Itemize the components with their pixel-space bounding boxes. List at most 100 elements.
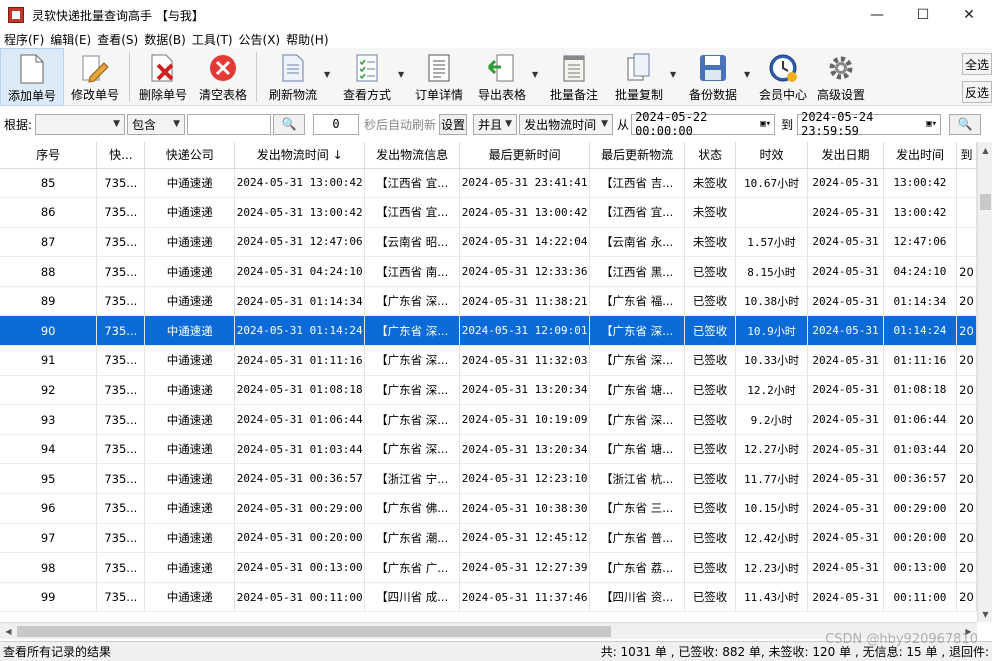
table-cell: 20	[956, 434, 977, 465]
clear-table-button[interactable]: 清空表格	[193, 48, 253, 106]
advanced-settings-button[interactable]: 高级设置	[812, 48, 870, 106]
table-row[interactable]: 94 735... 中通速递 2024-05-31 01:03:44 【广东省 深...…	[0, 434, 977, 465]
column-header[interactable]: 最后更新物流	[589, 142, 686, 169]
table-row[interactable]: 89 735... 中通速递 2024-05-31 01:14:34 【广东省 深...…	[0, 286, 977, 317]
table-cell: 2024-05-31 10:19:09	[459, 404, 591, 435]
table-cell: 已签收	[684, 582, 737, 613]
horizontal-scroll-thumb[interactable]	[17, 626, 611, 637]
edit-tracking-button[interactable]: 修改单号	[64, 48, 126, 106]
table-cell: 12:47:06	[883, 227, 957, 258]
export-dropdown-arrow[interactable]: ▼	[532, 48, 542, 79]
table-row[interactable]: 99 735... 中通速递 2024-05-31 00:11:00 【四川省 成...…	[0, 582, 977, 613]
date-field-select[interactable]: 发出物流时间 ▼	[519, 113, 614, 135]
date-search-button[interactable]: 🔍	[949, 113, 982, 135]
table-row[interactable]: 87 735... 中通速递 2024-05-31 12:47:06 【云南省 昭...…	[0, 227, 977, 258]
column-header[interactable]: 发出物流信息	[364, 142, 461, 169]
table-cell: 已签收	[684, 345, 737, 376]
keyword-input[interactable]	[187, 113, 272, 135]
logic-select[interactable]: 并且 ▼	[473, 113, 518, 135]
scroll-down-arrow[interactable]: ▼	[978, 606, 992, 622]
batch-note-button[interactable]: 批量备注	[542, 48, 606, 106]
column-header[interactable]: 时效	[735, 142, 808, 169]
export-table-button[interactable]: 导出表格	[470, 48, 534, 106]
table-cell: 2024-05-31 12:45:12	[459, 523, 591, 554]
order-detail-button[interactable]: 订单详情	[408, 48, 470, 106]
table-cell: 【广东省 潮...	[364, 523, 461, 554]
table-cell: 11.77小时	[735, 463, 808, 495]
table-cell: 【江西省 宜...	[589, 197, 686, 228]
table-row[interactable]: 91 735... 中通速递 2024-05-31 01:11:16 【广东省 深...…	[0, 345, 977, 376]
view-mode-button[interactable]: 查看方式	[334, 48, 400, 106]
table-row[interactable]: 97 735... 中通速递 2024-05-31 00:20:00 【广东省 潮...…	[0, 523, 977, 554]
menu-view[interactable]: 查看(S)	[97, 31, 138, 48]
table-row[interactable]: 85 735... 中通速递 2024-05-31 13:00:42 【江西省 宜...…	[0, 168, 977, 199]
vertical-scroll-thumb[interactable]	[980, 194, 991, 210]
table-cell: 已签收	[684, 434, 737, 465]
table-cell: 【浙江省 宁...	[364, 463, 461, 495]
table-cell: 94	[0, 434, 98, 465]
filter-field-select[interactable]: ▼	[35, 113, 126, 135]
table-row[interactable]: 93 735... 中通速递 2024-05-31 01:06:44 【广东省 深...…	[0, 404, 977, 435]
scroll-up-arrow[interactable]: ▲	[978, 142, 992, 158]
table-cell: 20	[956, 404, 977, 435]
column-header[interactable]: 发出日期	[807, 142, 884, 169]
table-row[interactable]: 98 735... 中通速递 2024-05-31 00:13:00 【广东省 广...…	[0, 552, 977, 583]
settings-button[interactable]: 设置	[439, 113, 468, 135]
menu-data[interactable]: 数据(B)	[144, 31, 186, 48]
table-cell: 中通速递	[144, 552, 236, 583]
scroll-right-arrow[interactable]: ▶	[960, 623, 977, 640]
match-mode-select[interactable]: 包含 ▼	[127, 113, 186, 135]
selection-buttons: 全选 反选	[962, 53, 992, 109]
table-cell: 98	[0, 552, 98, 583]
table-row[interactable]: 92 735... 中通速递 2024-05-31 01:08:18 【广东省 深...…	[0, 375, 977, 406]
delete-tracking-button[interactable]: 删除单号	[133, 48, 193, 106]
search-button[interactable]: 🔍	[273, 113, 306, 135]
table-cell: 中通速递	[144, 345, 236, 376]
table-cell: 00:20:00	[883, 523, 957, 554]
batch-copy-dropdown-arrow[interactable]: ▼	[670, 48, 680, 79]
view-mode-dropdown-arrow[interactable]: ▼	[398, 48, 408, 79]
member-center-button[interactable]: 会员中心	[754, 48, 812, 106]
column-header[interactable]: 最后更新时间	[459, 142, 591, 169]
table-row[interactable]: 86 735... 中通速递 2024-05-31 13:00:42 【江西省 宜...…	[0, 197, 977, 228]
menu-notice[interactable]: 公告(X)	[239, 31, 281, 48]
to-date-picker[interactable]: 2024-05-24 23:59:59 ▣▾	[797, 110, 942, 138]
minimize-button[interactable]: —	[854, 0, 900, 30]
column-header[interactable]: 快递公司	[144, 142, 236, 169]
refresh-dropdown-arrow[interactable]: ▼	[324, 48, 334, 79]
maximize-button[interactable]: ☐	[900, 0, 946, 30]
table-row[interactable]: 95 735... 中通速递 2024-05-31 00:36:57 【浙江省 宁...…	[0, 463, 977, 495]
calendar-dropdown-icon: ▣▾	[760, 119, 772, 129]
column-header[interactable]: 快...	[96, 142, 146, 169]
from-date-picker[interactable]: 2024-05-22 00:00:00 ▣▾	[631, 110, 776, 138]
menu-help[interactable]: 帮助(H)	[286, 31, 328, 48]
backup-dropdown-arrow[interactable]: ▼	[744, 48, 754, 79]
column-header[interactable]: 状态	[684, 142, 737, 169]
close-button[interactable]: ✕	[946, 0, 992, 30]
column-header[interactable]: 发出时间	[883, 142, 957, 169]
invert-selection-button[interactable]: 反选	[962, 81, 992, 103]
table-row[interactable]: 90 735... 中通速递 2024-05-31 01:14:24 【广东省 深...…	[0, 315, 977, 347]
table-cell: 【广东省 佛...	[364, 493, 461, 524]
vertical-scrollbar[interactable]: ▲ ▼	[977, 142, 992, 622]
add-tracking-button[interactable]: 添加单号	[0, 48, 64, 106]
refresh-seconds-input[interactable]: 0	[313, 113, 360, 135]
table-row[interactable]: 88 735... 中通速递 2024-05-31 04:24:10 【江西省 南...…	[0, 256, 977, 287]
batch-copy-button[interactable]: 批量复制	[606, 48, 672, 106]
column-header[interactable]: 序号	[0, 142, 98, 169]
status-message: 查看所有记录的结果	[3, 645, 112, 659]
refresh-logistics-label: 刷新物流	[268, 88, 317, 102]
column-header[interactable]: 发出物流时间 ↓	[234, 142, 366, 169]
refresh-logistics-button[interactable]: 刷新物流	[260, 48, 326, 106]
backup-data-button[interactable]: 备份数据	[680, 48, 746, 106]
table-cell: 10.9小时	[735, 315, 808, 347]
menu-tools[interactable]: 工具(T)	[192, 31, 233, 48]
table-cell	[956, 168, 977, 199]
scroll-left-arrow[interactable]: ◀	[0, 623, 17, 640]
menu-program[interactable]: 程序(F)	[4, 31, 44, 48]
table-row[interactable]: 96 735... 中通速递 2024-05-31 00:29:00 【广东省 佛...…	[0, 493, 977, 524]
menu-edit[interactable]: 编辑(E)	[50, 31, 91, 48]
column-header[interactable]: 到	[956, 142, 977, 169]
horizontal-scrollbar[interactable]: ◀ ▶	[0, 622, 977, 639]
select-all-button[interactable]: 全选	[962, 53, 992, 75]
